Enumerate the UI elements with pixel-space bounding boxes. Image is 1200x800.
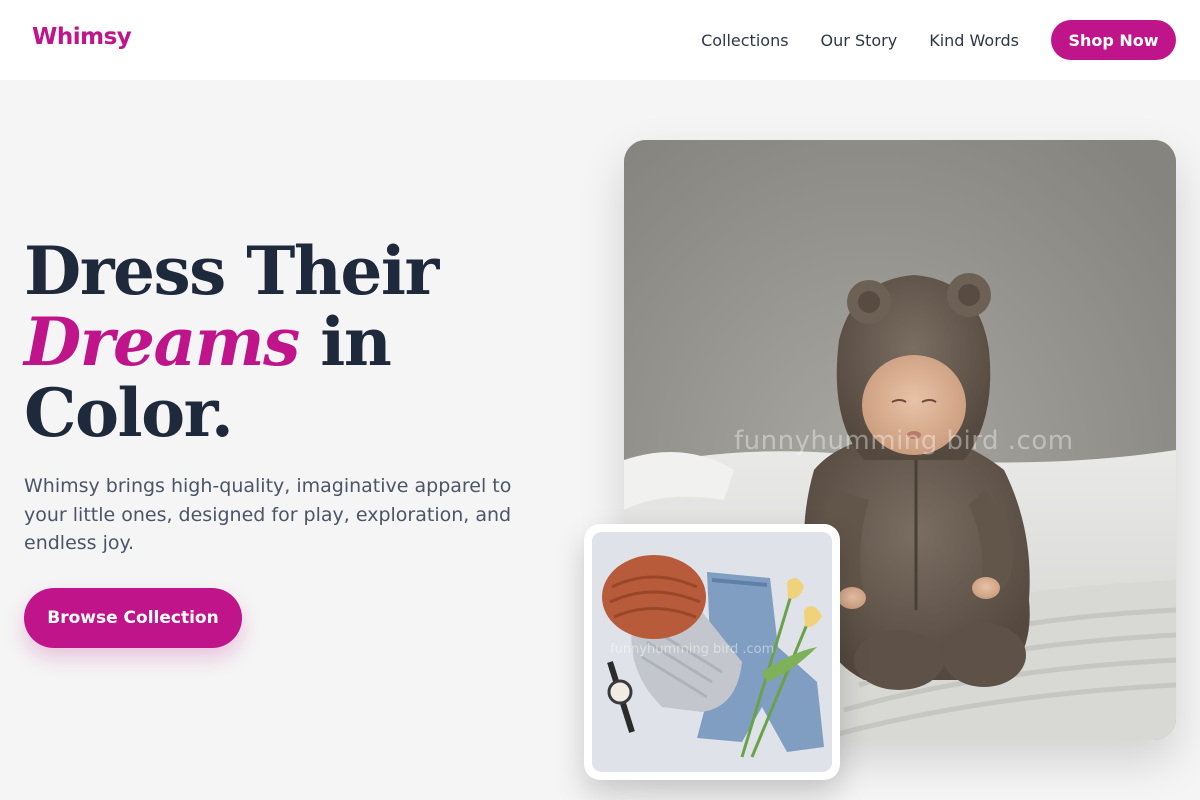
flat-lay-photo: funnyhumming bird .com xyxy=(592,532,832,772)
inset-image-watermark: funnyhumming bird .com xyxy=(610,642,775,657)
shop-now-button[interactable]: Shop Now xyxy=(1051,20,1176,60)
hero-title-accent: Dreams xyxy=(24,303,300,381)
main-nav: Collections Our Story Kind Words Shop No… xyxy=(701,20,1176,60)
nav-link-our-story[interactable]: Our Story xyxy=(821,31,898,50)
brand-logo[interactable]: Whimsy xyxy=(32,24,132,50)
hero-title-line1: Dress Their xyxy=(24,232,439,310)
nav-link-collections[interactable]: Collections xyxy=(701,31,788,50)
nav-link-kind-words[interactable]: Kind Words xyxy=(929,31,1019,50)
main-image-watermark: funnyhumming bird .com xyxy=(734,426,1074,456)
browse-collection-button[interactable]: Browse Collection xyxy=(24,588,242,648)
flat-lay-photo-card: funnyhumming bird .com xyxy=(584,524,840,780)
hero-title-line2: in xyxy=(298,303,392,381)
hero-description: Whimsy brings high-quality, imaginative … xyxy=(24,475,512,554)
site-header: Whimsy Collections Our Story Kind Words … xyxy=(0,0,1200,80)
hero-title: Dress Their Dreams in Color. xyxy=(24,236,439,452)
hero-title-line3: Color. xyxy=(24,374,234,452)
